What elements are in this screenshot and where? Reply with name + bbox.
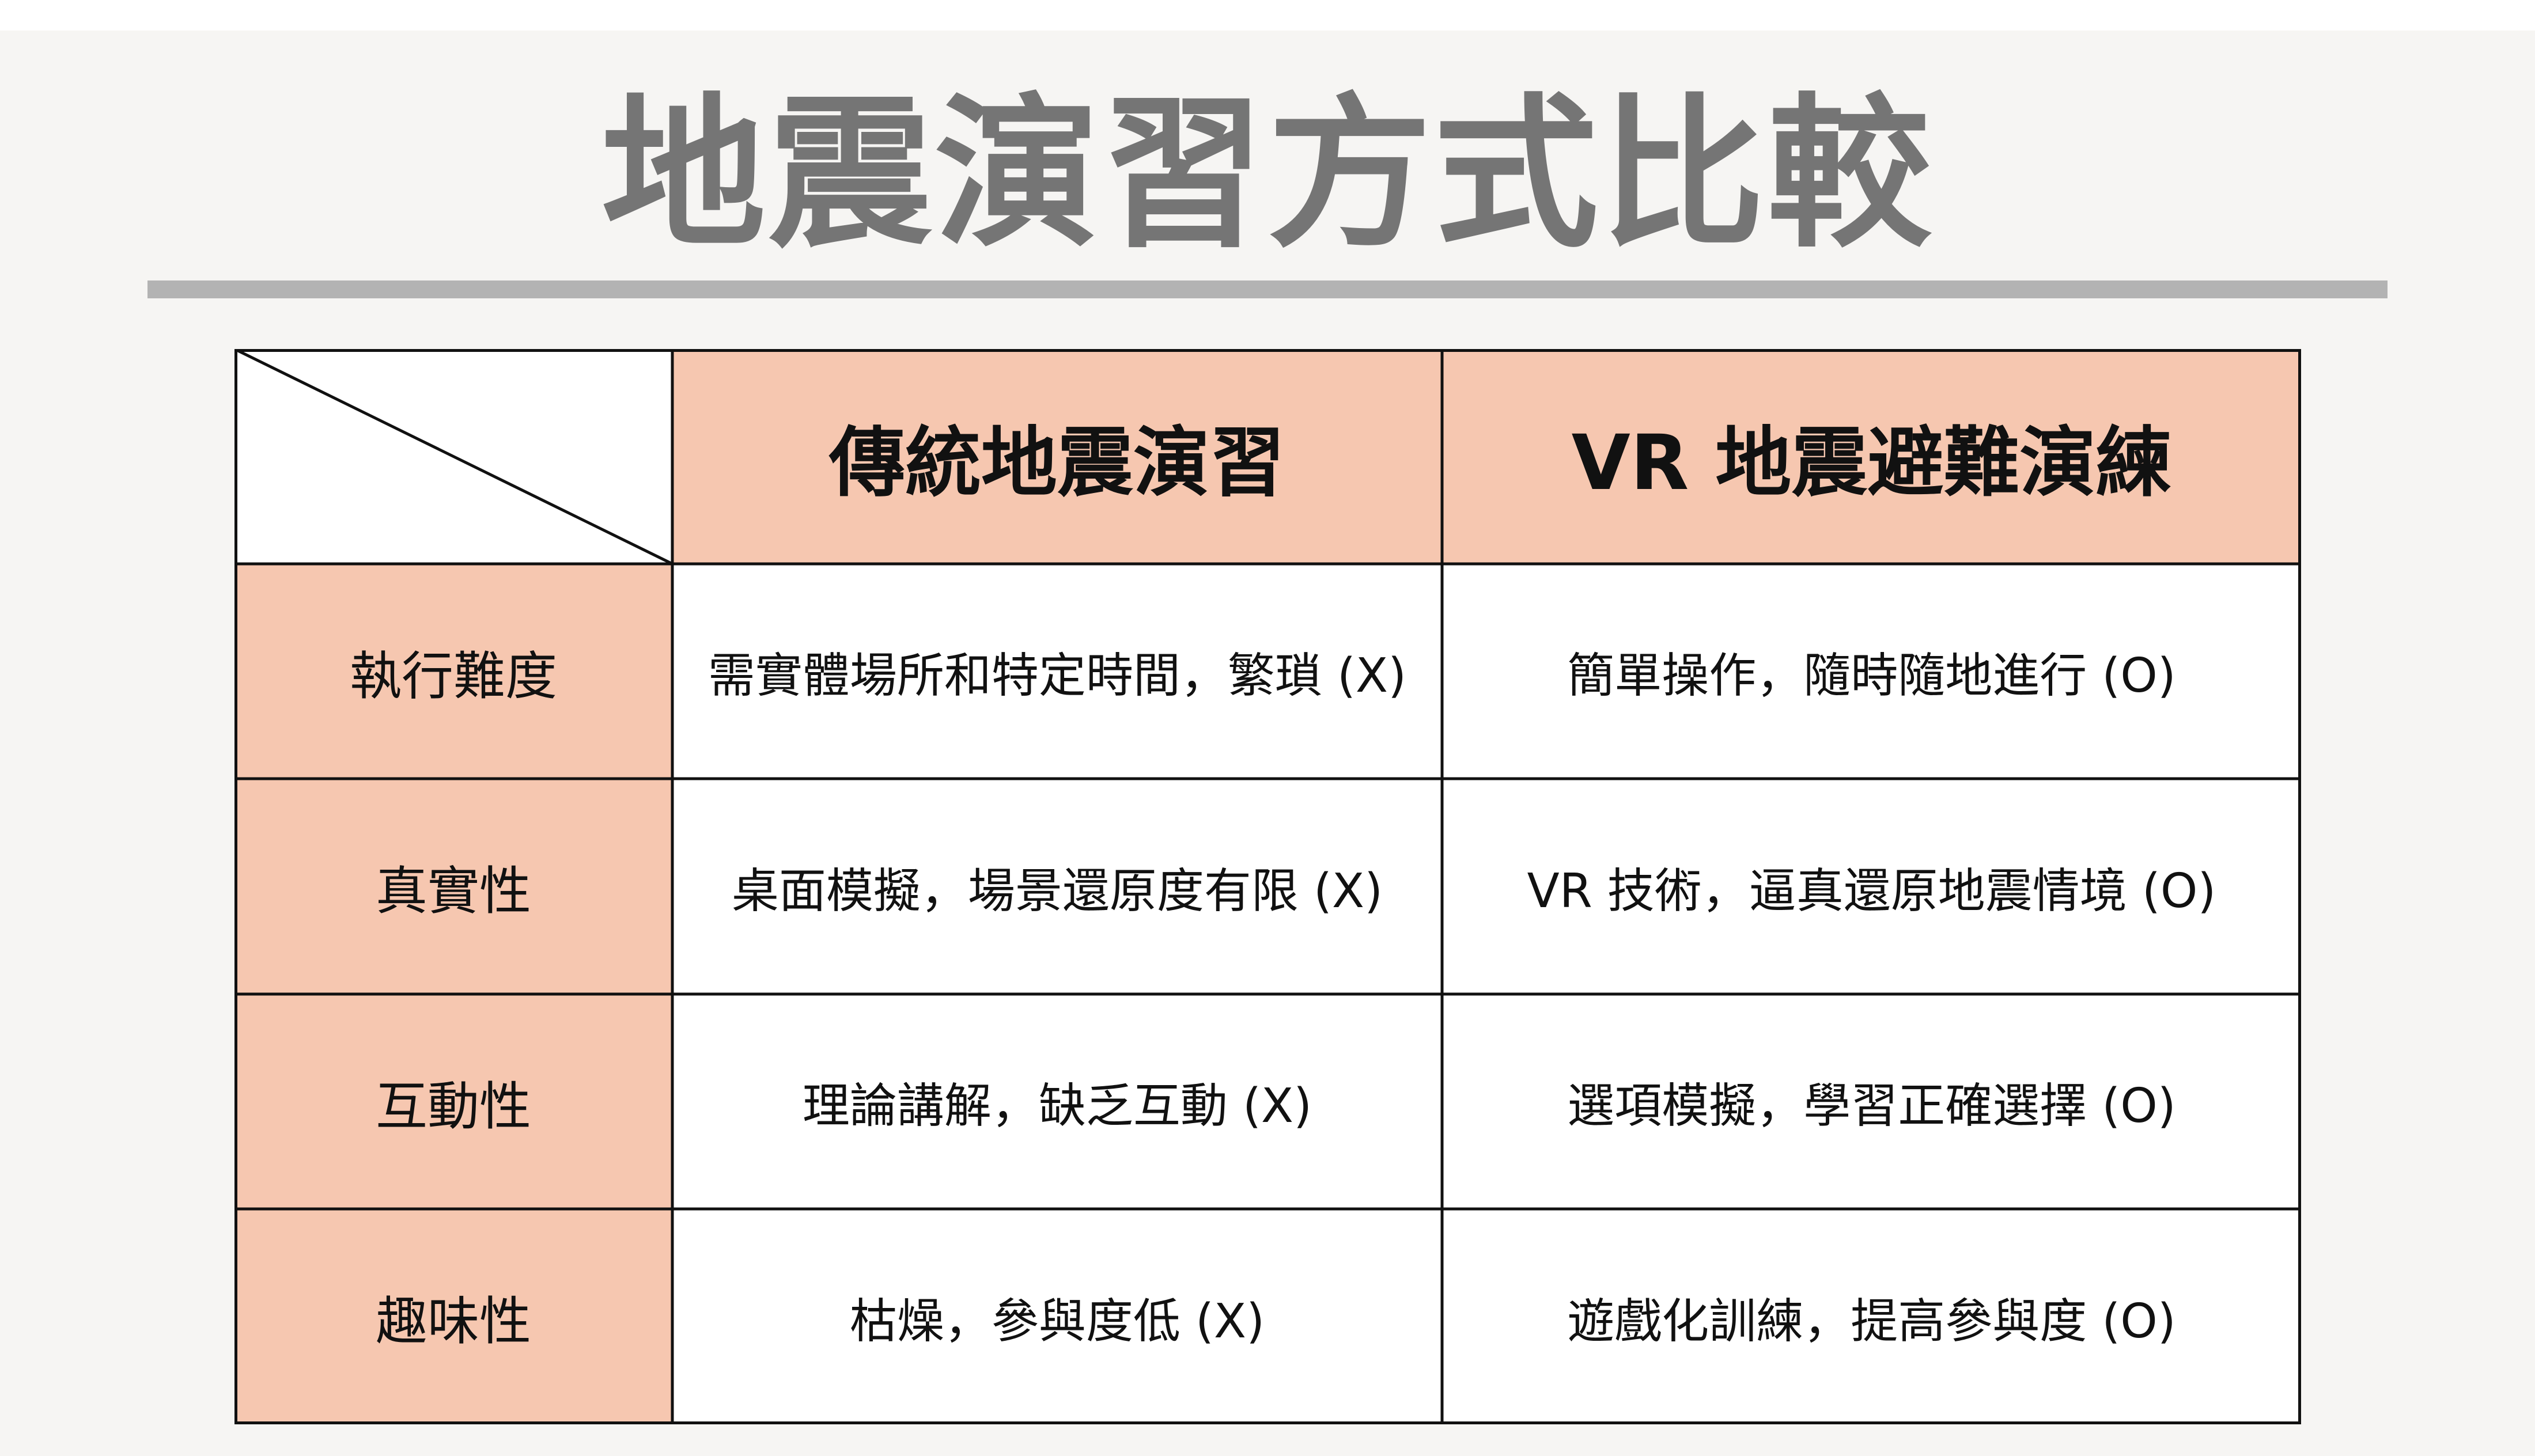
column-header-vr: VR 地震避難演練: [1442, 349, 2301, 564]
row-label-fun: 趣味性: [234, 1209, 672, 1424]
row-label-realism: 真實性: [234, 779, 672, 994]
comparison-table: 傳統地震演習 VR 地震避難演練 執行難度 需實體場所和特定時間，繁瑣 (X) …: [234, 349, 2301, 1424]
table-cell: 簡單操作，隨時隨地進行 (O): [1442, 564, 2301, 779]
row-label-difficulty: 執行難度: [234, 564, 672, 779]
table-cell: 桌面模擬，場景還原度有限 (X): [672, 779, 1442, 994]
table-cell: 遊戲化訓練，提高參與度 (O): [1442, 1209, 2301, 1424]
corner-cell: [234, 349, 672, 564]
column-header-traditional: 傳統地震演習: [672, 349, 1442, 564]
slide-background: 地震演習方式比較 傳統地震演習 VR 地震避難演練 執行難度 需實體場所和特定時…: [0, 31, 2535, 1456]
table-cell: 需實體場所和特定時間，繁瑣 (X): [672, 564, 1442, 779]
row-label-interactivity: 互動性: [234, 994, 672, 1209]
title-divider: [147, 280, 2388, 298]
table-cell: 理論講解，缺乏互動 (X): [672, 994, 1442, 1209]
table-cell: VR 技術，逼真還原地震情境 (O): [1442, 779, 2301, 994]
table-cell: 枯燥，參與度低 (X): [672, 1209, 1442, 1424]
page-title: 地震演習方式比較: [601, 79, 1934, 270]
table-cell: 選項模擬，學習正確選擇 (O): [1442, 994, 2301, 1209]
